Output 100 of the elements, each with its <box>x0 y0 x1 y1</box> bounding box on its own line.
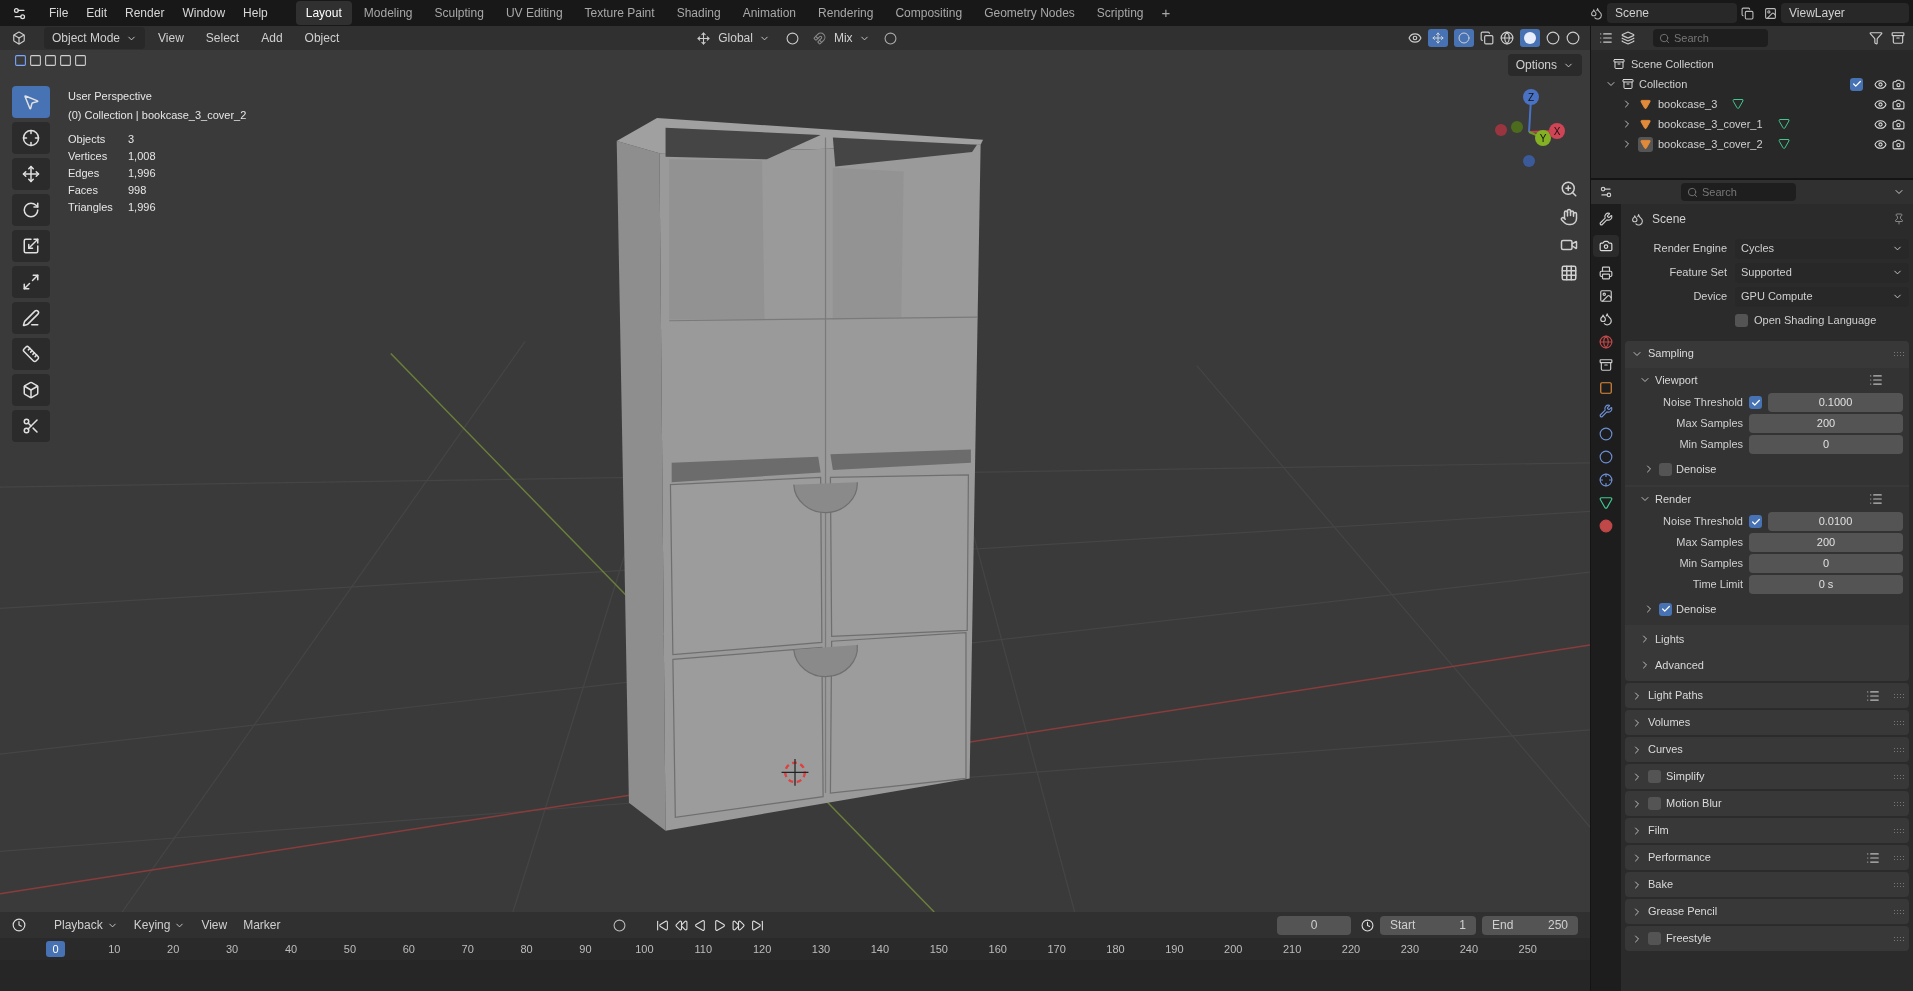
view-layer-icon[interactable] <box>1764 6 1777 20</box>
select-field[interactable]: Cycles <box>1735 238 1909 259</box>
number-field[interactable]: 0.1000 <box>1768 393 1903 412</box>
cube-tool-icon[interactable] <box>12 374 50 406</box>
data-tab-icon[interactable] <box>1599 496 1613 510</box>
checkbox[interactable] <box>1850 77 1863 91</box>
menu-item[interactable]: Window <box>174 4 234 22</box>
workspace-tab[interactable]: UV Editing <box>495 1 573 25</box>
workspace-tab[interactable]: Modeling <box>353 1 423 25</box>
mesh-data-icon[interactable] <box>1777 138 1790 150</box>
workspace-tab[interactable]: Sculpting <box>424 1 494 25</box>
scene-field[interactable]: Scene <box>1607 3 1737 23</box>
move-tool-icon[interactable] <box>12 158 50 190</box>
grid-icon[interactable] <box>1560 264 1578 282</box>
rotate-tool-icon[interactable] <box>12 194 50 226</box>
menu-item[interactable]: Edit <box>78 4 116 22</box>
navigation-gizmo[interactable]: Z Y X <box>1484 86 1574 176</box>
physics-tab-icon[interactable] <box>1599 450 1613 464</box>
workspace-tab[interactable]: Shading <box>666 1 731 25</box>
xray-icon[interactable] <box>1480 31 1494 45</box>
stopwatch-icon[interactable] <box>1361 918 1374 932</box>
render-tab-icon[interactable] <box>1593 235 1619 257</box>
material-tab-icon[interactable] <box>1599 519 1613 533</box>
play-icon[interactable] <box>712 918 726 932</box>
start-frame-field[interactable]: Start 1 <box>1380 915 1476 935</box>
checkbox[interactable] <box>1648 932 1661 945</box>
number-field[interactable]: 200 <box>1749 533 1903 552</box>
selection-mode-icon[interactable] <box>59 54 72 67</box>
cursor-tool-icon[interactable] <box>12 122 50 154</box>
tree-item[interactable]: bookcase_3 <box>1658 95 1718 113</box>
subpanel-header[interactable]: Viewport <box>1655 371 1865 389</box>
menu-item[interactable]: Add <box>252 29 292 47</box>
menu-item[interactable]: Help <box>235 4 276 22</box>
scene-icon[interactable] <box>1590 6 1603 20</box>
presets-icon[interactable] <box>1869 373 1883 387</box>
menu-item[interactable]: Keying <box>127 916 192 934</box>
output-tab-icon[interactable] <box>1599 266 1613 280</box>
snap-dropdown[interactable]: Mix <box>829 29 874 47</box>
material-shading-icon[interactable] <box>1546 31 1560 45</box>
tree-item[interactable]: bookcase_3_cover_1 <box>1658 115 1763 133</box>
gizmo-toggle-button[interactable] <box>1428 29 1448 47</box>
view-layer-tab-icon[interactable] <box>1599 289 1613 303</box>
pen-tool-icon[interactable] <box>12 302 50 334</box>
tree-item[interactable]: bookcase_3_cover_2 <box>1658 135 1763 153</box>
workspace-tab[interactable]: Scripting <box>1086 1 1154 25</box>
selection-mode-icon[interactable] <box>74 54 87 67</box>
copy-icon[interactable] <box>1741 6 1754 20</box>
wireframe-shading-icon[interactable] <box>1500 31 1514 45</box>
world-tab-icon[interactable] <box>1599 335 1613 349</box>
snap-icon[interactable] <box>812 31 826 45</box>
current-frame-field[interactable]: 0 <box>1277 915 1351 935</box>
workspace-tab[interactable]: Geometry Nodes <box>974 1 1085 25</box>
constraints-tab-icon[interactable] <box>1599 473 1613 487</box>
display-mode-icon[interactable] <box>1599 31 1613 45</box>
checkbox[interactable] <box>1648 797 1661 810</box>
pivot-icon[interactable] <box>785 31 799 45</box>
jump-end-icon[interactable] <box>750 918 764 932</box>
mesh-data-icon[interactable] <box>1732 98 1745 110</box>
end-frame-field[interactable]: End 250 <box>1482 915 1578 935</box>
select-tool-icon[interactable] <box>12 86 50 118</box>
menu-item[interactable]: Object <box>295 29 349 47</box>
play-reverse-icon[interactable] <box>693 918 707 932</box>
overlay-toggle-button[interactable] <box>1454 29 1474 47</box>
eye-icon[interactable] <box>1874 137 1887 151</box>
mesh-data-icon[interactable] <box>1777 118 1790 130</box>
record-icon[interactable] <box>612 918 626 932</box>
workspace-tab[interactable]: Rendering <box>808 1 884 25</box>
checkbox[interactable] <box>1648 770 1661 783</box>
checkbox[interactable] <box>1659 462 1672 476</box>
selection-mode-icon[interactable] <box>29 54 42 67</box>
tree-item[interactable]: Scene Collection <box>1631 55 1714 73</box>
mode-dropdown[interactable]: Object Mode <box>44 27 146 49</box>
options-dropdown[interactable]: Options <box>1507 54 1582 76</box>
menu-item[interactable]: Select <box>196 29 249 47</box>
modifier-tab-icon[interactable] <box>1599 404 1613 418</box>
orientation-dropdown[interactable]: Global <box>714 29 774 47</box>
workspace-tab[interactable]: Animation <box>732 1 807 25</box>
collection-tab-icon[interactable] <box>1599 358 1613 372</box>
transform-tool-icon[interactable] <box>12 266 50 298</box>
ruler-tool-icon[interactable] <box>12 338 50 370</box>
checkbox[interactable] <box>1735 314 1748 327</box>
menu-item[interactable]: Render <box>117 4 173 22</box>
subpanel-header[interactable]: Render <box>1655 490 1865 508</box>
eye-icon[interactable] <box>1874 77 1887 91</box>
filter-icon[interactable] <box>1869 31 1883 45</box>
filter-layers-icon[interactable] <box>1621 31 1635 45</box>
presets-icon[interactable] <box>1866 850 1880 865</box>
tool-tab-icon[interactable] <box>1599 212 1613 226</box>
particles-tab-icon[interactable] <box>1599 427 1613 441</box>
camera-icon[interactable] <box>1892 117 1905 131</box>
panel-header[interactable]: Sampling <box>1648 345 1880 362</box>
3d-cursor-icon[interactable] <box>780 758 810 787</box>
pin-icon[interactable] <box>1893 213 1905 225</box>
previous-keyframe-icon[interactable] <box>674 918 688 932</box>
jump-start-icon[interactable] <box>655 918 669 932</box>
search-field[interactable]: Search <box>1681 183 1796 201</box>
subpanel-header[interactable]: Denoise <box>1676 600 1883 618</box>
subpanel-header[interactable]: Denoise <box>1676 460 1883 478</box>
scissors-tool-icon[interactable] <box>12 410 50 442</box>
menu-item[interactable]: Playback <box>48 916 124 934</box>
